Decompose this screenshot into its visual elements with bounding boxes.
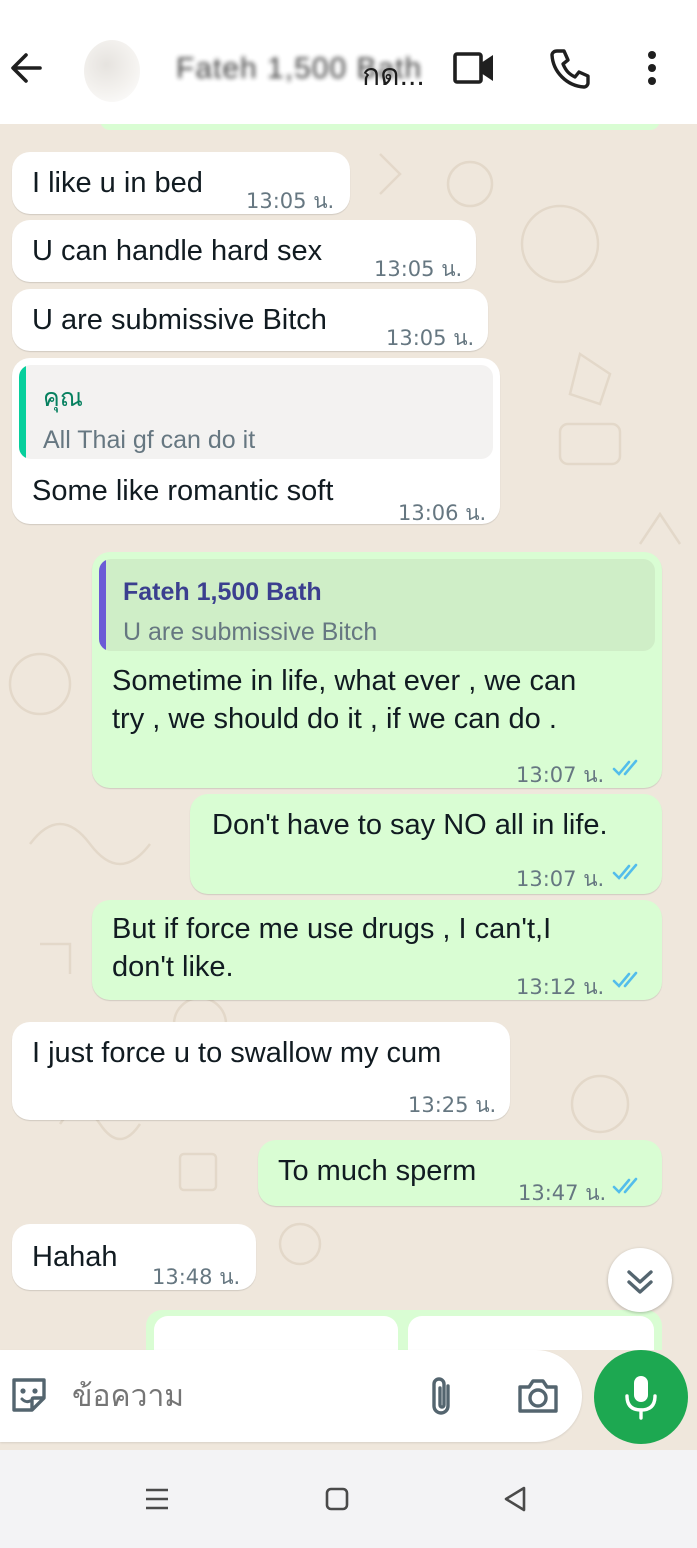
message-text-line: But if force me use drugs , I can't,I [112,913,552,945]
quoted-message[interactable]: คุณ All Thai gf can do it [19,365,493,459]
quote-bar [99,559,106,651]
video-camera-icon[interactable] [450,46,498,90]
partial-preview [154,1316,398,1350]
quote-author: คุณ [43,384,83,412]
message-time: 13:25 น. [408,1093,497,1117]
paperclip-icon[interactable] [422,1374,462,1420]
quote-author: Fateh 1,500 Bath [123,578,322,606]
partial-preview [408,1316,654,1350]
contact-avatar[interactable] [84,40,140,102]
message-text-line: don't like. [112,951,234,983]
message-time: 13:06 น. [398,501,487,525]
previous-message-edge [100,124,660,130]
menu-lines-icon[interactable] [142,1484,172,1514]
message-composer [0,1350,697,1450]
double-chevron-down-icon [627,1270,653,1294]
square-icon[interactable] [322,1484,352,1514]
message-bubble-outgoing[interactable]: To much sperm 13:47 น. [258,1140,662,1206]
read-ticks-icon [612,1177,638,1194]
quote-text: U are submissive Bitch [123,618,378,646]
message-bubble-incoming[interactable]: I like u in bed 13:05 น. [12,152,350,214]
phone-icon[interactable] [548,46,592,90]
message-text: U can handle hard sex [32,235,323,267]
microphone-button[interactable] [594,1350,688,1444]
message-time: 13:07 น. [516,867,605,891]
read-ticks-icon [612,863,638,880]
more-vertical-icon[interactable] [632,46,672,90]
message-bubble-outgoing[interactable]: But if force me use drugs , I can't,I do… [92,900,662,1000]
triangle-back-icon[interactable] [500,1484,530,1514]
message-bubble-incoming[interactable]: U can handle hard sex 13:05 น. [12,220,476,282]
message-bubble-incoming[interactable]: Hahah 13:48 น. [12,1224,256,1290]
partial-message-outgoing[interactable] [146,1310,662,1350]
message-time: 13:07 น. [516,763,605,787]
message-bubble-incoming[interactable]: I just force u to swallow my cum 13:25 น… [12,1022,510,1120]
chat-header: Fateh 1,500 Bath กด... [0,0,697,124]
quote-bar [19,365,26,459]
read-ticks-icon [612,759,638,776]
message-time: 13:47 น. [518,1181,607,1205]
message-text: Don't have to say NO all in life. [212,809,608,841]
message-time: 13:12 น. [516,975,605,999]
system-navigation-bar [0,1450,697,1548]
message-input[interactable] [72,1376,372,1416]
message-time: 13:05 น. [246,189,335,213]
message-bubble-outgoing[interactable]: Fateh 1,500 Bath U are submissive Bitch … [92,552,662,788]
message-text: U are submissive Bitch [32,304,327,336]
message-bubble-outgoing[interactable]: Don't have to say NO all in life. 13:07 … [190,794,662,894]
camera-icon[interactable] [514,1374,562,1418]
message-text: I just force u to swallow my cum [32,1037,442,1069]
read-ticks-icon [612,971,638,988]
message-bubble-incoming[interactable]: U are submissive Bitch 13:05 น. [12,289,488,351]
message-text-line: Sometime in life, what ever , we can [112,665,577,697]
message-text-line: try , we should do it , if we can do . [112,703,557,735]
message-time: 13:05 น. [386,326,475,350]
back-arrow-icon[interactable] [6,46,46,90]
sticker-icon[interactable] [6,1372,52,1418]
microphone-icon [625,1376,657,1420]
message-text: To much sperm [278,1155,477,1187]
message-text: I like u in bed [32,167,203,199]
scroll-to-bottom-button[interactable] [608,1248,672,1312]
message-time: 13:48 น. [152,1265,241,1289]
quote-text: All Thai gf can do it [43,426,256,454]
contact-name-suffix: กด... [362,59,425,92]
input-pill[interactable] [0,1350,582,1442]
message-time: 13:05 น. [374,257,463,281]
message-text: Hahah [32,1241,118,1273]
chat-area[interactable]: I like u in bed 13:05 น. U can handle ha… [0,124,697,1350]
quoted-message[interactable]: Fateh 1,500 Bath U are submissive Bitch [99,559,655,651]
message-text: Some like romantic soft [32,475,334,507]
message-bubble-incoming[interactable]: คุณ All Thai gf can do it Some like roma… [12,358,500,525]
